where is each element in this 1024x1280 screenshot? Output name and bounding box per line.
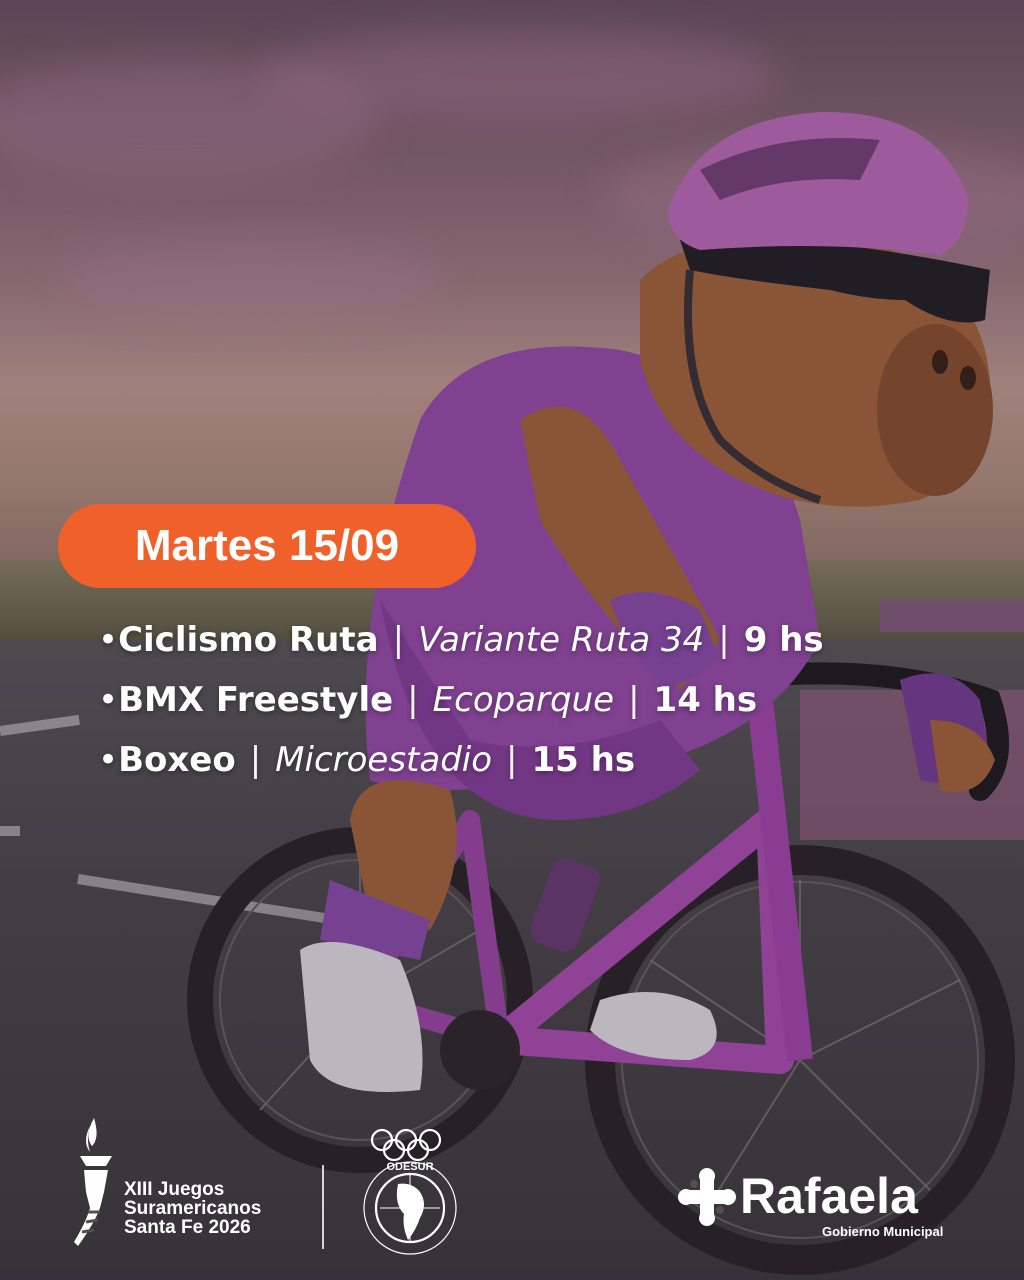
event-item: • Ciclismo Ruta | Variante Ruta 34 | 9 hs [98,610,824,670]
event-venue: Ecoparque [432,680,615,720]
games-logo-line: XIII Juegos [124,1179,225,1200]
event-schedule-list: • Ciclismo Ruta | Variante Ruta 34 | 9 hs • BM… [98,610,824,790]
separator: | [506,740,518,780]
rafaela-subtitle: Gobierno Municipal [822,1224,944,1239]
svg-text:ODESUR: ODESUR [386,1161,433,1173]
rafaela-wordmark: Rafaela [740,1168,918,1224]
event-time: 15 hs [531,740,636,780]
event-venue: Microestadio [275,740,493,780]
games-logo-text: XIII Juegos Suramericanos Santa Fe 2026 [124,1180,261,1237]
date-badge: Martes 15/09 [58,504,476,588]
event-item: • Boxeo | Microestadio | 15 hs [98,730,824,790]
bullet: • [98,740,119,780]
games-logo-line: Suramericanos [124,1198,262,1219]
date-badge-label: Martes 15/09 [134,521,400,570]
event-sport: Ciclismo Ruta [118,620,379,660]
bullet: • [98,620,119,660]
separator: | [392,620,405,660]
separator: | [249,740,262,780]
logo-divider [322,1165,324,1249]
bullet: • [98,680,119,720]
separator: | [407,680,419,720]
event-sport: Boxeo [118,740,236,780]
event-time: 14 hs [653,680,758,720]
event-item: • BMX Freestyle | Ecoparque | 14 hs [98,670,824,730]
separator: | [628,680,640,720]
event-sport: BMX Freestyle [118,680,394,720]
games-logo-line: Santa Fe 2026 [124,1217,251,1238]
olympic-rings-icon: ODESUR [363,1128,457,1255]
separator: | [718,620,730,660]
rafaela-cross-icon [678,1168,736,1226]
event-time: 9 hs [743,620,824,660]
event-venue: Variante Ruta 34 [418,620,705,660]
